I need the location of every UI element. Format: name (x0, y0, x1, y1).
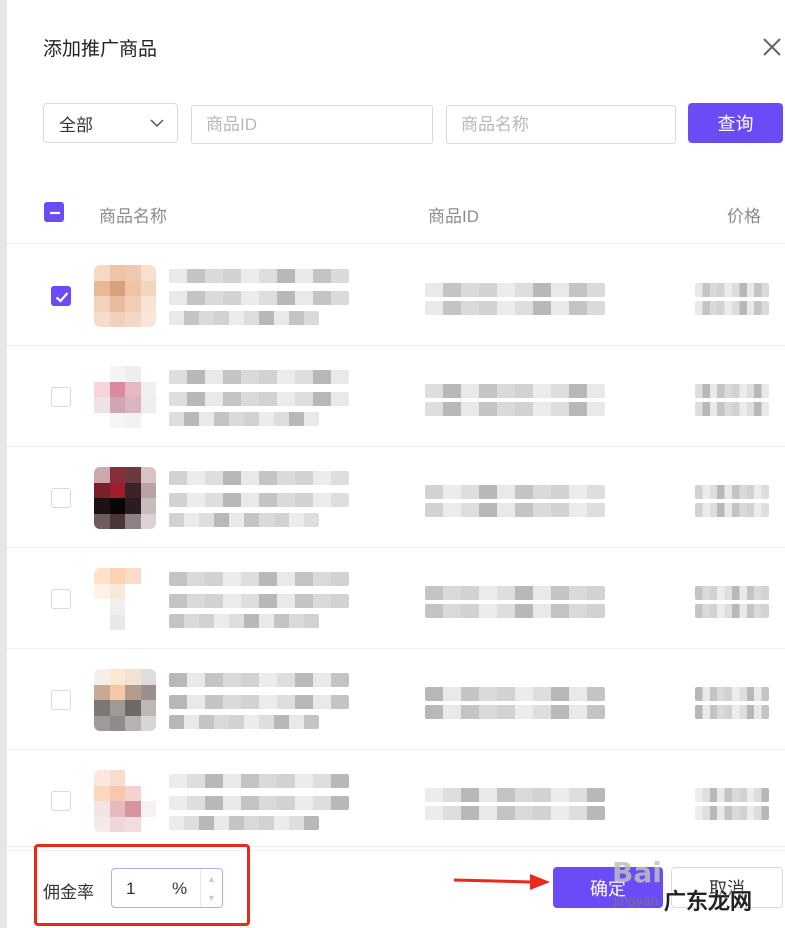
product-id-input[interactable] (191, 105, 433, 144)
product-id-blurred (425, 705, 605, 719)
product-thumbnail (94, 265, 156, 327)
watermark-brand: Bai (612, 856, 662, 889)
row-checkbox[interactable] (51, 589, 71, 609)
annotation-highlight-box (34, 844, 250, 926)
row-checkbox[interactable] (51, 488, 71, 508)
product-id-blurred (425, 485, 605, 499)
minus-icon (50, 211, 60, 215)
table-row[interactable] (7, 447, 785, 548)
product-id-blurred (425, 788, 605, 802)
product-name-blurred (169, 291, 349, 305)
chevron-down-icon (150, 119, 164, 128)
watermark-brand-sub: jingyan (614, 892, 659, 908)
product-price-blurred (695, 283, 769, 297)
watermark-site: 广东龙网 (664, 889, 753, 914)
product-name-blurred (169, 572, 349, 586)
select-all-checkbox[interactable] (44, 202, 64, 222)
product-name-blurred (169, 513, 319, 527)
column-header-name: 商品名称 (99, 207, 167, 226)
product-price-blurred (695, 705, 769, 719)
product-price-blurred (695, 503, 769, 517)
product-id-blurred (425, 283, 605, 297)
product-id-blurred (425, 384, 605, 398)
query-button[interactable]: 查询 (688, 103, 783, 143)
add-product-dialog: 添加推广商品 全部 查询 商品名称 商品ID 价格 佣金率 1 % ▲ ▼ (0, 0, 785, 928)
row-checkbox[interactable] (51, 690, 71, 710)
product-thumbnail (94, 770, 156, 832)
product-id-blurred (425, 402, 605, 416)
product-thumbnail (94, 669, 156, 731)
product-id-blurred (425, 806, 605, 820)
product-name-blurred (169, 594, 349, 608)
product-id-blurred (425, 604, 605, 618)
dialog-title: 添加推广商品 (43, 39, 158, 60)
column-header-price: 价格 (727, 207, 761, 226)
close-icon[interactable] (759, 34, 785, 60)
category-select[interactable]: 全部 (43, 103, 178, 143)
row-checkbox[interactable] (51, 791, 71, 811)
product-price-blurred (695, 485, 769, 499)
product-name-blurred (169, 392, 349, 406)
product-name-blurred (169, 311, 319, 325)
product-thumbnail (94, 568, 156, 630)
product-name-blurred (169, 471, 349, 485)
product-price-blurred (695, 788, 769, 802)
product-name-blurred (169, 774, 349, 788)
product-name-blurred (169, 796, 349, 810)
product-price-blurred (695, 301, 769, 315)
product-name-blurred (169, 695, 349, 709)
table-row[interactable] (7, 245, 785, 346)
product-price-blurred (695, 384, 769, 398)
product-name-blurred (169, 412, 319, 426)
product-name-blurred (169, 673, 349, 687)
table-row[interactable] (7, 750, 785, 851)
product-name-blurred (169, 614, 319, 628)
product-thumbnail (94, 467, 156, 529)
product-id-blurred (425, 586, 605, 600)
row-checkbox[interactable] (51, 286, 71, 306)
product-name-blurred (169, 370, 349, 384)
product-price-blurred (695, 586, 769, 600)
table-header: 商品名称 商品ID 价格 (7, 182, 785, 244)
row-checkbox[interactable] (51, 387, 71, 407)
product-price-blurred (695, 687, 769, 701)
arrow-right-icon (453, 874, 550, 890)
product-name-input[interactable] (446, 105, 676, 144)
product-name-blurred (169, 269, 349, 283)
table-row[interactable] (7, 649, 785, 750)
column-header-id: 商品ID (428, 207, 479, 226)
check-icon (55, 292, 69, 303)
product-price-blurred (695, 604, 769, 618)
product-name-blurred (169, 715, 319, 729)
product-name-blurred (169, 816, 319, 830)
product-price-blurred (695, 402, 769, 416)
product-id-blurred (425, 301, 605, 315)
product-id-blurred (425, 503, 605, 517)
category-select-value: 全部 (59, 115, 93, 135)
product-price-blurred (695, 806, 769, 820)
product-thumbnail (94, 366, 156, 428)
table-row[interactable] (7, 346, 785, 447)
table-row[interactable] (7, 548, 785, 649)
product-id-blurred (425, 687, 605, 701)
watermark: Bai jingyan 广东龙网 (612, 852, 782, 922)
product-name-blurred (169, 493, 349, 507)
